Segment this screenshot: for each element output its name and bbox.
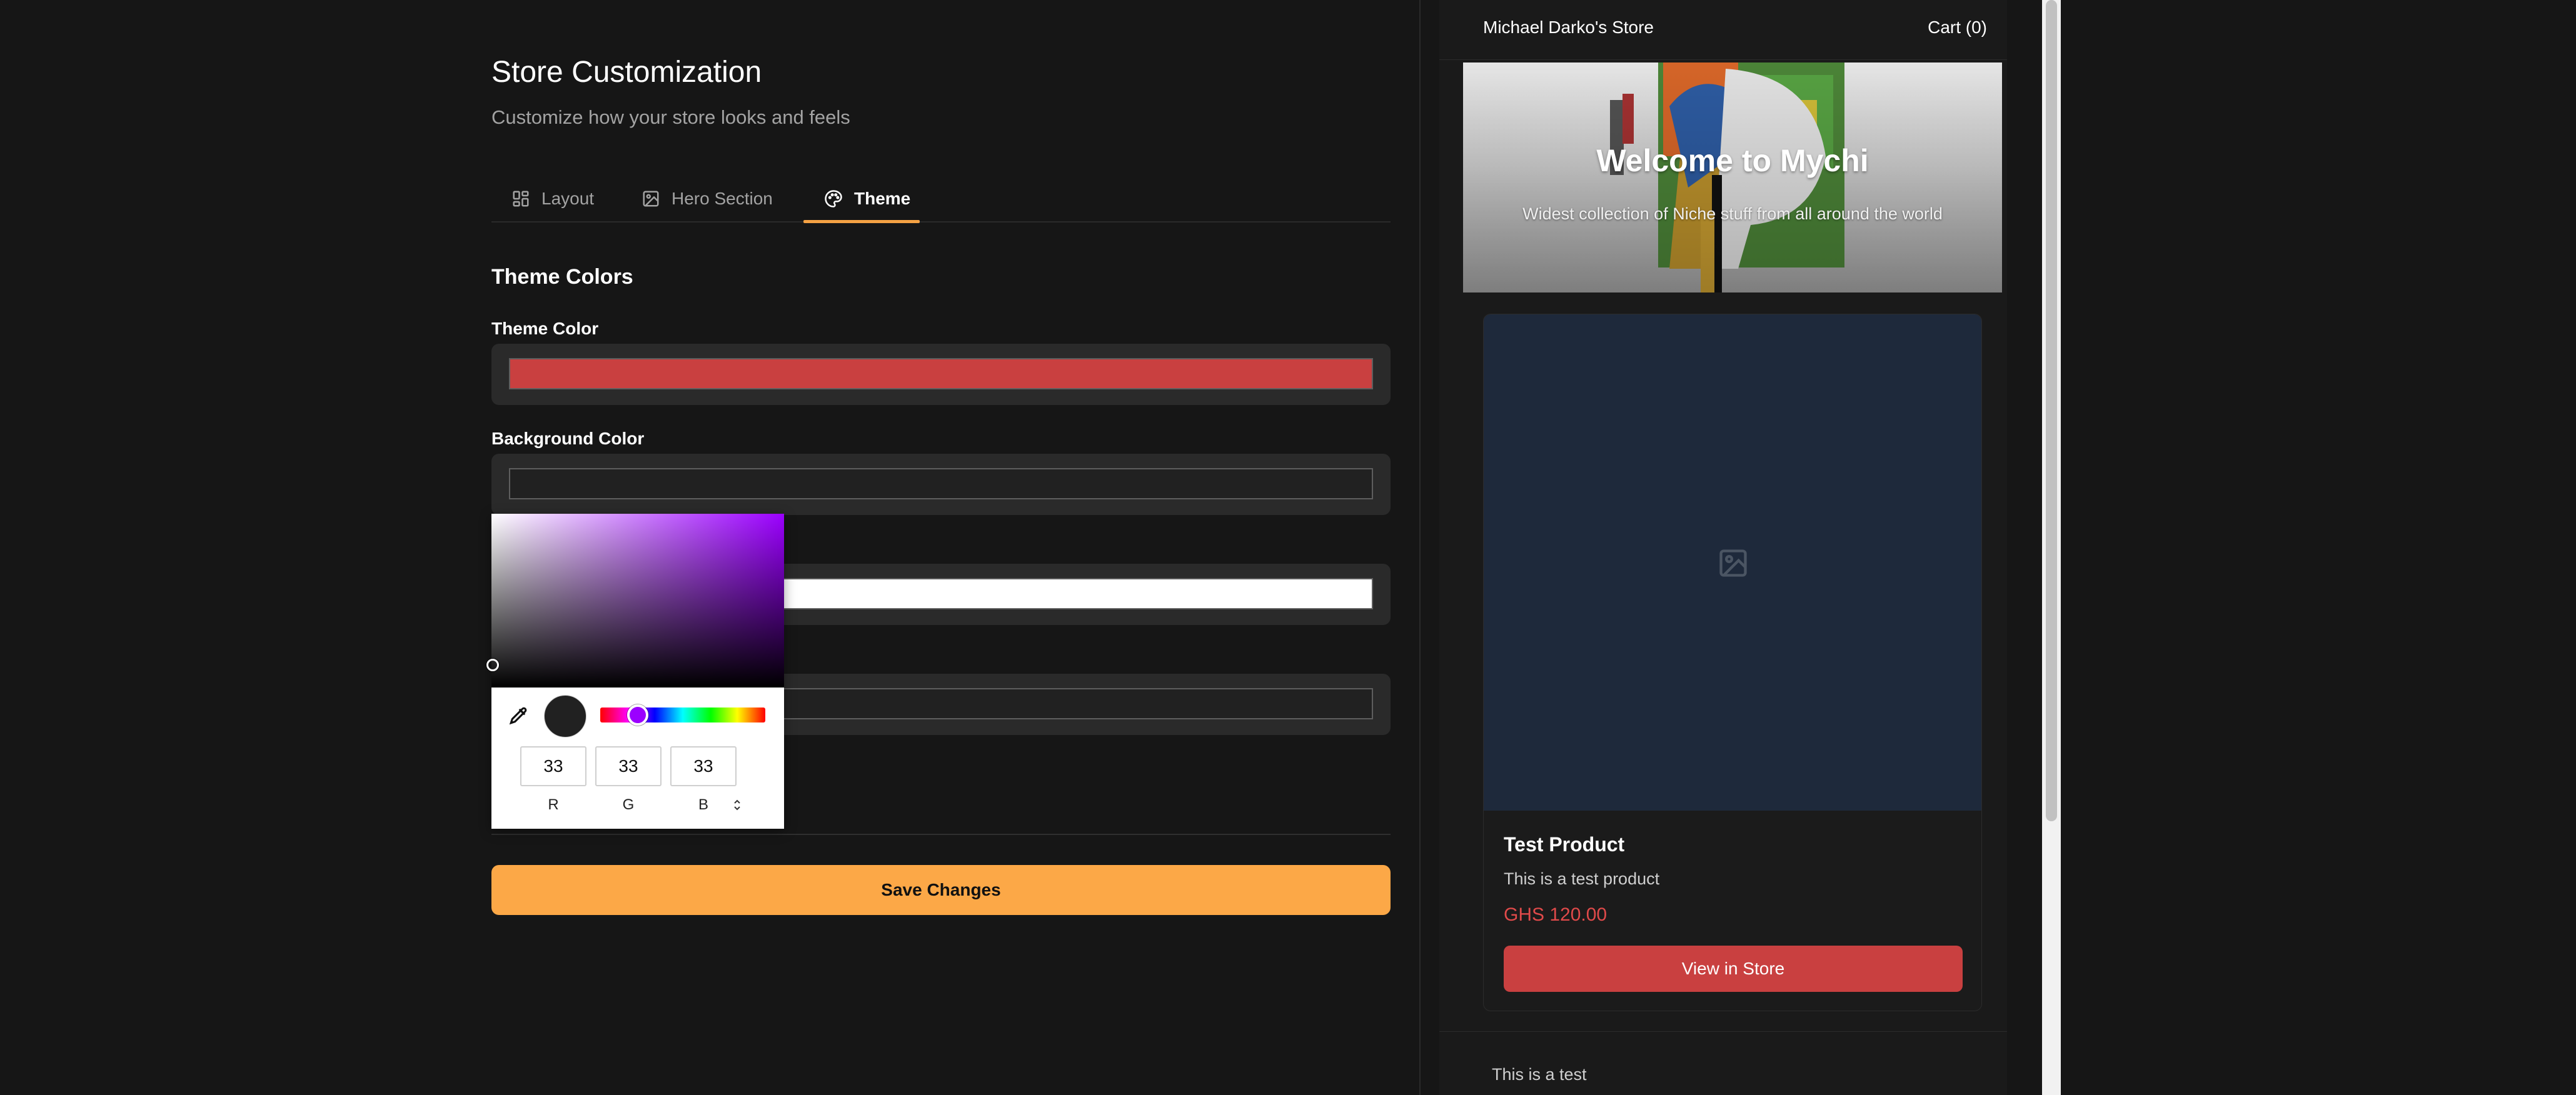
store-preview: Michael Darko's Store Cart (0) Welcome t… [1439, 0, 2007, 1095]
hue-slider-handle[interactable] [627, 704, 648, 726]
preview-navbar: Michael Darko's Store Cart (0) [1439, 0, 2007, 60]
green-input[interactable] [595, 746, 662, 786]
background-color-field [491, 454, 1391, 515]
active-tab-indicator [803, 220, 920, 223]
product-name: Test Product [1504, 833, 1625, 856]
hue-slider[interactable] [600, 708, 765, 722]
cart-link[interactable]: Cart (0) [1928, 18, 1987, 38]
tab-theme[interactable]: Theme [824, 175, 910, 222]
eyedropper-button[interactable] [505, 701, 533, 729]
background-color-swatch[interactable] [509, 468, 1373, 499]
section-title: Theme Colors [491, 265, 633, 289]
footer-divider [1439, 1031, 2007, 1032]
tab-hero-section[interactable]: Hero Section [641, 175, 773, 222]
page-title: Store Customization [491, 56, 762, 89]
product-card: Test Product This is a test product GHS … [1483, 314, 1982, 1011]
hero-banner: Welcome to Mychi Widest collection of Ni… [1463, 62, 2002, 292]
color-preview-swatch [544, 695, 586, 738]
scrollbar-thumb[interactable] [2046, 0, 2057, 821]
eyedropper-icon [509, 707, 527, 725]
blue-label: B [698, 796, 708, 813]
panel-separator [1419, 0, 1421, 1095]
product-price: GHS 120.00 [1504, 904, 1607, 925]
saturation-area[interactable] [491, 514, 784, 688]
product-description: This is a test product [1504, 869, 1660, 888]
updown-chevron-icon [734, 799, 740, 811]
color-mode-toggle[interactable] [730, 796, 744, 814]
theme-color-label: Theme Color [491, 319, 599, 338]
red-input[interactable] [520, 746, 586, 786]
tab-label: Theme [854, 189, 911, 208]
background-color-label: Background Color [491, 429, 645, 448]
view-in-store-button[interactable]: View in Store [1504, 946, 1963, 992]
red-label: R [548, 796, 559, 813]
footer-text: This is a test [1492, 1065, 1587, 1084]
empty-area [2061, 0, 2576, 1095]
tab-layout[interactable]: Layout [511, 175, 594, 222]
saturation-handle[interactable] [486, 659, 499, 671]
theme-color-swatch[interactable] [509, 358, 1373, 389]
store-name[interactable]: Michael Darko's Store [1483, 18, 1654, 38]
tab-bar: Layout Hero Section Theme [491, 175, 1391, 223]
product-image-placeholder [1484, 314, 1981, 811]
green-label: G [622, 796, 635, 813]
blue-input[interactable] [670, 746, 737, 786]
tab-label: Hero Section [672, 189, 773, 208]
divider [491, 834, 1391, 835]
save-changes-button[interactable]: Save Changes [491, 865, 1391, 915]
theme-color-field [491, 344, 1391, 405]
page-subtitle: Customize how your store looks and feels [491, 106, 850, 128]
color-picker-popover: R G B [486, 514, 784, 829]
image-placeholder-icon [1719, 549, 1747, 577]
hero-subtitle: Widest collection of Niche stuff from al… [1522, 204, 1943, 223]
tab-label: Layout [541, 189, 595, 208]
hero-title: Welcome to Mychi [1596, 143, 1869, 178]
palette-icon [825, 190, 842, 208]
grid-icon [513, 191, 529, 207]
image-icon [643, 191, 659, 207]
